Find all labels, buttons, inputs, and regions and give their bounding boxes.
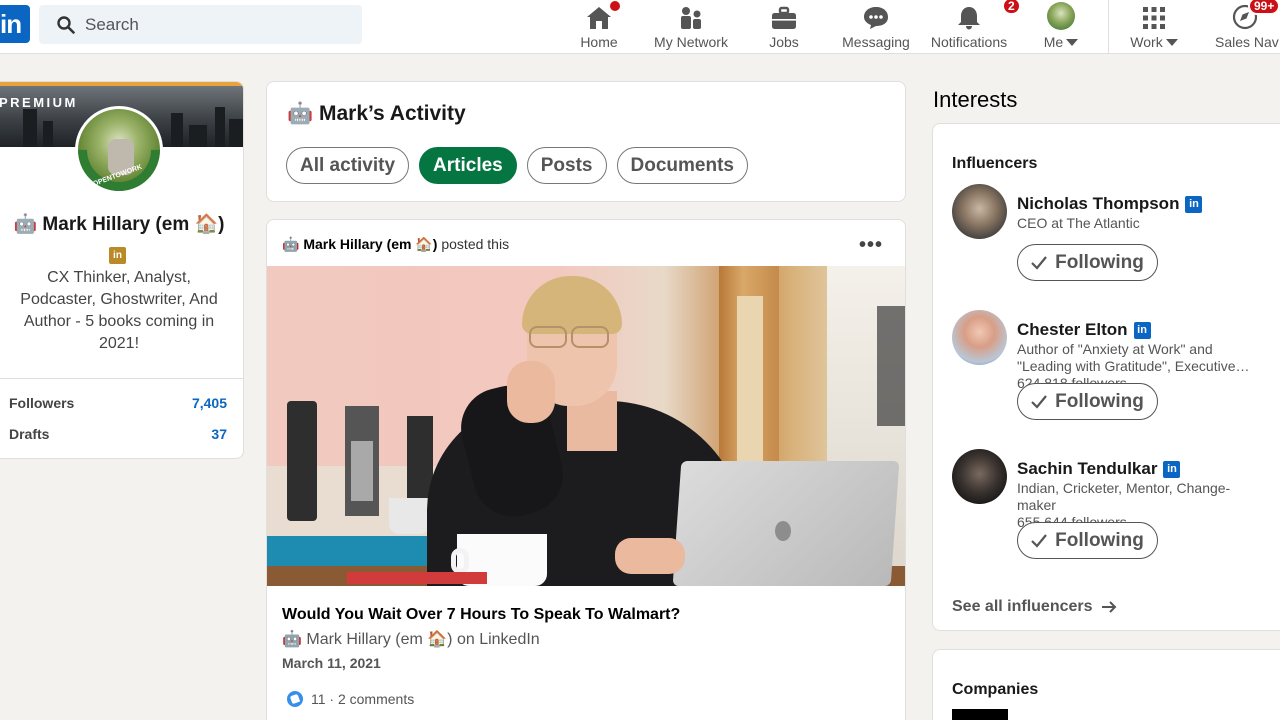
nav-work-label: Work [1130, 34, 1163, 50]
tab-companies[interactable]: Companies [952, 681, 1038, 699]
nav-notifications[interactable]: 2 Notifications [926, 0, 1021, 54]
nav-me-label: Me [1043, 34, 1064, 50]
influencer-name[interactable]: Chester Elton [1017, 320, 1128, 340]
article-cover-image[interactable] [267, 266, 905, 586]
nav-divider [1108, 0, 1109, 54]
influencer-headline: Indian, Cricketer, Mentor, Change-maker [1017, 480, 1231, 513]
tab-influencers[interactable]: Influencers [952, 155, 1037, 173]
chevron-down-icon [1165, 38, 1178, 46]
briefcase-icon [772, 6, 796, 29]
companies-card: Companies [932, 649, 1280, 720]
nav-messaging[interactable]: Messaging [840, 0, 912, 54]
linkedin-influencer-icon: in [1185, 195, 1203, 213]
nav-sales-nav-label: Sales Nav [1215, 34, 1279, 50]
following-button[interactable]: Following [1017, 383, 1158, 420]
nav-notifications-label: Notifications [930, 34, 1008, 50]
filter-posts[interactable]: Posts [526, 147, 607, 184]
nav-home[interactable]: Home [578, 0, 622, 54]
search-bar[interactable] [39, 5, 362, 44]
more-options-icon[interactable]: ••• [859, 234, 883, 257]
home-notification-dot [608, 0, 622, 13]
nav-my-network-label: My Network [654, 34, 728, 50]
post-header: 🤖 Mark Hillary (em 🏠) posted this [282, 236, 509, 253]
nav-messaging-label: Messaging [842, 34, 910, 50]
notifications-count-badge: 2 [1002, 0, 1021, 15]
influencer-avatar[interactable] [952, 310, 1007, 365]
search-input[interactable] [85, 14, 335, 35]
checkmark-icon [1031, 394, 1048, 409]
influencer-name[interactable]: Sachin Tendulkar [1017, 459, 1157, 479]
company-logo[interactable] [952, 709, 1008, 720]
nav-my-network[interactable]: My Network [650, 0, 732, 54]
nav-me[interactable]: Me [1040, 0, 1082, 54]
interests-heading: Interests [933, 87, 1018, 112]
nav-work[interactable]: Work [1128, 0, 1180, 54]
interests-card: Influencers Nicholas Thompson in CEO at T… [932, 123, 1280, 631]
post-social-counts[interactable]: 11 · 2 comments [287, 691, 414, 707]
linkedin-influencer-icon: in [1133, 321, 1151, 339]
influencer-headline: Author of "Anxiety at Work" and "Leading… [1017, 341, 1250, 374]
premium-label: PREMIUM [0, 95, 78, 110]
me-avatar [1047, 2, 1075, 30]
following-button[interactable]: Following [1017, 244, 1158, 281]
sales-nav-count-badge: 99+ [1248, 0, 1280, 15]
filter-documents[interactable]: Documents [616, 147, 748, 184]
like-reaction-icon [287, 691, 303, 707]
nav-jobs[interactable]: Jobs [765, 0, 803, 54]
nav-jobs-label: Jobs [769, 34, 799, 50]
bell-icon [958, 7, 980, 30]
influencer-name[interactable]: Nicholas Thompson [1017, 194, 1179, 214]
profile-headline: CX Thinker, Analyst, Podcaster, Ghostwri… [20, 269, 218, 352]
article-byline: 🤖 Mark Hillary (em 🏠) on LinkedIn [282, 631, 540, 648]
post-action: posted this [437, 236, 510, 252]
post-author[interactable]: 🤖 Mark Hillary (em 🏠) [282, 236, 437, 252]
grid-icon [1143, 7, 1165, 29]
profile-stats: Followers 7,405 Drafts 37 [0, 378, 243, 449]
following-label: Following [1055, 529, 1144, 551]
nav-sales-navigator[interactable]: 99+ Sales Nav [1214, 0, 1280, 54]
following-button[interactable]: Following [1017, 522, 1158, 559]
linkedin-influencer-icon: in [1163, 460, 1181, 478]
see-all-influencers-link[interactable]: See all influencers [952, 598, 1117, 616]
activity-card: 🤖 Mark’s Activity All activity Articles … [266, 81, 906, 202]
activity-title: 🤖 Mark’s Activity [287, 102, 466, 125]
profile-card: PREMIUM #OPENTOWORK 🤖 Mark Hillary (em 🏠… [0, 81, 244, 459]
search-icon [57, 15, 75, 34]
chevron-down-icon [1066, 38, 1079, 46]
profile-name[interactable]: 🤖 Mark Hillary (em 🏠) [0, 212, 243, 236]
article-post-card: 🤖 Mark Hillary (em 🏠) posted this ••• Wo… [266, 219, 906, 720]
see-all-label: See all influencers [952, 598, 1093, 615]
profile-avatar[interactable]: #OPENTOWORK [75, 106, 163, 194]
nav-home-label: Home [580, 34, 618, 50]
article-title[interactable]: Would You Wait Over 7 Hours To Speak To … [282, 606, 680, 624]
arrow-right-icon [1101, 601, 1116, 613]
influencer-avatar[interactable] [952, 184, 1007, 239]
filter-articles[interactable]: Articles [419, 147, 517, 184]
my-network-icon [681, 7, 701, 29]
stat-drafts[interactable]: Drafts 37 [0, 418, 243, 449]
checkmark-icon [1031, 255, 1048, 270]
article-date: March 11, 2021 [282, 655, 381, 671]
top-navigation: in Home My Network [0, 0, 1280, 54]
influencer-avatar[interactable] [952, 449, 1007, 504]
premium-linkedin-icon: in [109, 247, 126, 264]
messaging-icon [864, 7, 888, 29]
stat-followers[interactable]: Followers 7,405 [0, 387, 243, 418]
influencer-description: CEO at The Atlantic [1017, 215, 1140, 231]
stat-label: Drafts [9, 425, 50, 442]
activity-filters: All activity Articles Posts Documents [286, 147, 748, 184]
linkedin-logo-icon[interactable]: in [0, 5, 30, 43]
filter-all-activity[interactable]: All activity [286, 147, 410, 184]
following-label: Following [1055, 251, 1144, 273]
following-label: Following [1055, 390, 1144, 412]
stat-value: 7,405 [191, 394, 227, 411]
stat-value: 37 [211, 425, 227, 442]
checkmark-icon [1031, 533, 1048, 548]
stat-label: Followers [9, 394, 75, 411]
reaction-comment-counts: 11 · 2 comments [311, 691, 415, 707]
